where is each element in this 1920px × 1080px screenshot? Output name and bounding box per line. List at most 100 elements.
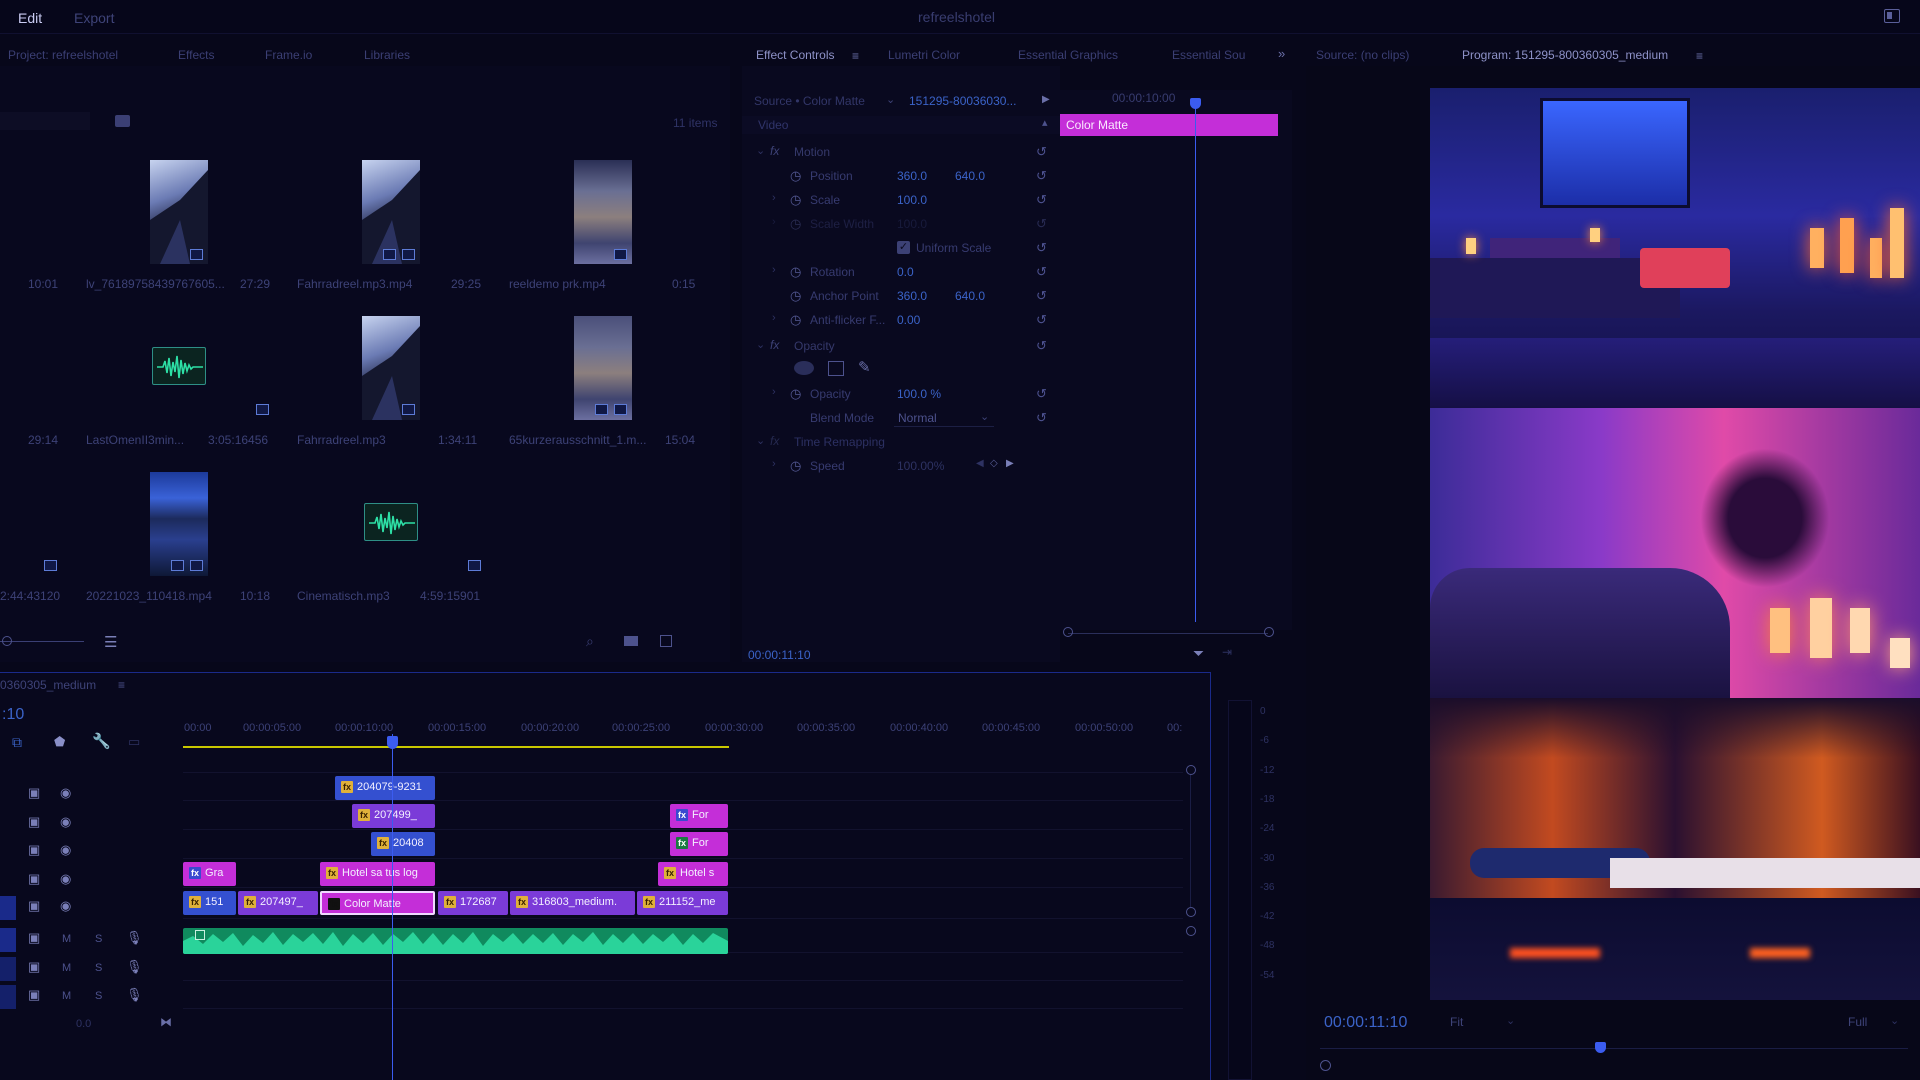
timeline-clip[interactable]: fx 207497_: [238, 891, 318, 915]
stopwatch-icon[interactable]: ◷: [790, 386, 801, 402]
timeline-clip[interactable]: fx Hotel s: [658, 862, 728, 886]
zoom-slider-handle[interactable]: [2, 636, 12, 646]
microphone-icon[interactable]: 🎙: [126, 930, 143, 946]
param-value-x[interactable]: 360.0: [897, 289, 927, 303]
solo-button[interactable]: S: [95, 990, 102, 1002]
timeline-clip[interactable]: fx 207499_: [352, 804, 435, 828]
microphone-icon[interactable]: 🎙: [126, 987, 143, 1003]
source-patch-a3[interactable]: [0, 985, 16, 1009]
stopwatch-icon[interactable]: ◷: [790, 458, 801, 474]
audio-clip[interactable]: [183, 928, 728, 954]
audio-waveform-icon[interactable]: [152, 347, 206, 385]
tab-libraries[interactable]: Libraries: [364, 48, 410, 62]
work-area-bar[interactable]: [183, 746, 729, 748]
eye-icon[interactable]: ◉: [60, 814, 71, 830]
more-tabs-icon[interactable]: »: [1278, 46, 1285, 61]
sequence-tab[interactable]: 0360305_medium: [0, 678, 96, 692]
menu-edit[interactable]: Edit: [18, 10, 42, 26]
zoom-slider[interactable]: [0, 641, 84, 642]
source-patch-a2[interactable]: [0, 957, 16, 981]
timeline-clip[interactable]: fx 211152_me: [637, 891, 728, 915]
speaker-icon[interactable]: ▣: [28, 959, 40, 975]
mute-button[interactable]: M: [62, 962, 71, 974]
panel-menu-icon[interactable]: ≡: [118, 678, 125, 692]
reset-icon[interactable]: ↺: [1036, 338, 1047, 354]
scroll-handle[interactable]: [1186, 907, 1196, 917]
chevron-icon[interactable]: ⌄: [756, 338, 765, 351]
timeline-timecode[interactable]: :10: [2, 706, 24, 724]
solo-button[interactable]: S: [95, 962, 102, 974]
stopwatch-icon[interactable]: ◷: [790, 192, 801, 208]
source-patch-a1[interactable]: [0, 928, 16, 952]
list-view-icon[interactable]: ☰: [104, 633, 117, 651]
film-icon[interactable]: ▣: [28, 814, 40, 830]
collapse-tracks-icon[interactable]: ⧓: [160, 1015, 172, 1029]
chevron-icon[interactable]: ⌄: [756, 434, 765, 447]
reset-icon[interactable]: ↺: [1036, 240, 1047, 256]
tab-program[interactable]: Program: 151295-800360305_medium: [1462, 48, 1669, 67]
program-scrubber[interactable]: [1320, 1048, 1908, 1049]
tab-project[interactable]: Project: refreelshotel: [8, 48, 118, 62]
eye-icon[interactable]: ◉: [60, 871, 71, 887]
filter-icon[interactable]: ⏷: [1193, 645, 1204, 662]
scrollbar-track[interactable]: [1190, 775, 1191, 907]
motion-section[interactable]: ⌄ fx Motion ↺: [742, 142, 1060, 162]
zoom-handle-left[interactable]: [1063, 627, 1073, 637]
stopwatch-icon[interactable]: ◷: [790, 264, 801, 280]
film-icon[interactable]: ▣: [28, 842, 40, 858]
tab-frameio[interactable]: Frame.io: [265, 48, 312, 62]
reset-icon[interactable]: ↺: [1036, 264, 1047, 280]
chevron-right-icon[interactable]: ›: [772, 264, 776, 276]
reset-icon[interactable]: ↺: [1036, 386, 1047, 402]
collapse-icon[interactable]: ▴: [1042, 116, 1048, 129]
uniform-scale-checkbox[interactable]: ✓: [897, 241, 910, 254]
playhead-handle[interactable]: [1595, 1042, 1606, 1053]
pen-mask-icon[interactable]: ✎: [858, 358, 871, 376]
param-value[interactable]: 0.0: [897, 265, 914, 279]
timeline-clip[interactable]: fx For: [670, 804, 728, 828]
scrubber-handle[interactable]: [1320, 1060, 1331, 1071]
play-only-icon[interactable]: ▶: [1042, 94, 1050, 105]
reset-icon[interactable]: ↺: [1036, 288, 1047, 304]
reset-icon[interactable]: ↺: [1036, 312, 1047, 328]
scroll-handle[interactable]: [1186, 765, 1196, 775]
rectangle-mask-icon[interactable]: [828, 361, 844, 376]
param-value[interactable]: 100.0 %: [897, 387, 941, 401]
param-value[interactable]: 0.00: [897, 313, 920, 327]
tab-effect-controls[interactable]: Effect Controls: [756, 48, 834, 62]
speaker-icon[interactable]: ▣: [28, 930, 40, 946]
timeline-clip[interactable]: fx 151: [183, 891, 236, 915]
fullscreen-icon[interactable]: [1884, 9, 1900, 23]
timeline-clip[interactable]: fx 20408: [371, 832, 435, 856]
timeline-clip[interactable]: fx For: [670, 832, 728, 856]
timeline-clip[interactable]: fx Hotel sa tus log: [320, 862, 435, 886]
fit-select[interactable]: Fit ⌄: [1450, 1014, 1516, 1032]
microphone-icon[interactable]: 🎙: [126, 959, 143, 975]
stopwatch-icon[interactable]: ◷: [790, 288, 801, 304]
audio-waveform-icon[interactable]: [364, 503, 418, 541]
ec-timecode[interactable]: 00:00:11:10: [748, 648, 811, 662]
stopwatch-icon[interactable]: ◷: [790, 168, 801, 184]
menu-export[interactable]: Export: [74, 10, 114, 26]
master-level[interactable]: 0.0: [76, 1018, 91, 1030]
search-icon[interactable]: ⌕: [586, 633, 594, 650]
eye-icon[interactable]: ◉: [60, 842, 71, 858]
film-icon[interactable]: ▣: [28, 785, 40, 801]
chevron-right-icon[interactable]: ›: [772, 386, 776, 398]
reset-icon[interactable]: ↺: [1036, 192, 1047, 208]
param-value-y[interactable]: 640.0: [955, 289, 985, 303]
timeline-clip-selected[interactable]: fx Color Matte: [320, 891, 435, 915]
mute-button[interactable]: M: [62, 990, 71, 1002]
new-item-icon[interactable]: [660, 635, 672, 647]
param-value[interactable]: 100.00%: [897, 459, 944, 473]
reset-icon[interactable]: ↺: [1036, 144, 1047, 160]
new-bin-icon[interactable]: [115, 115, 130, 127]
sequence-label[interactable]: 151295-80036030...: [909, 94, 1016, 108]
export-icon[interactable]: ⇥: [1222, 645, 1232, 659]
chevron-down-icon[interactable]: ⌄: [886, 93, 895, 106]
program-timecode[interactable]: 00:00:11:10: [1324, 1014, 1407, 1032]
zoom-handle-right[interactable]: [1264, 627, 1274, 637]
param-value-y[interactable]: 640.0: [955, 169, 985, 183]
time-remapping-section[interactable]: ⌄ fx Time Remapping: [742, 432, 1060, 452]
playhead-handle[interactable]: [1190, 98, 1201, 109]
